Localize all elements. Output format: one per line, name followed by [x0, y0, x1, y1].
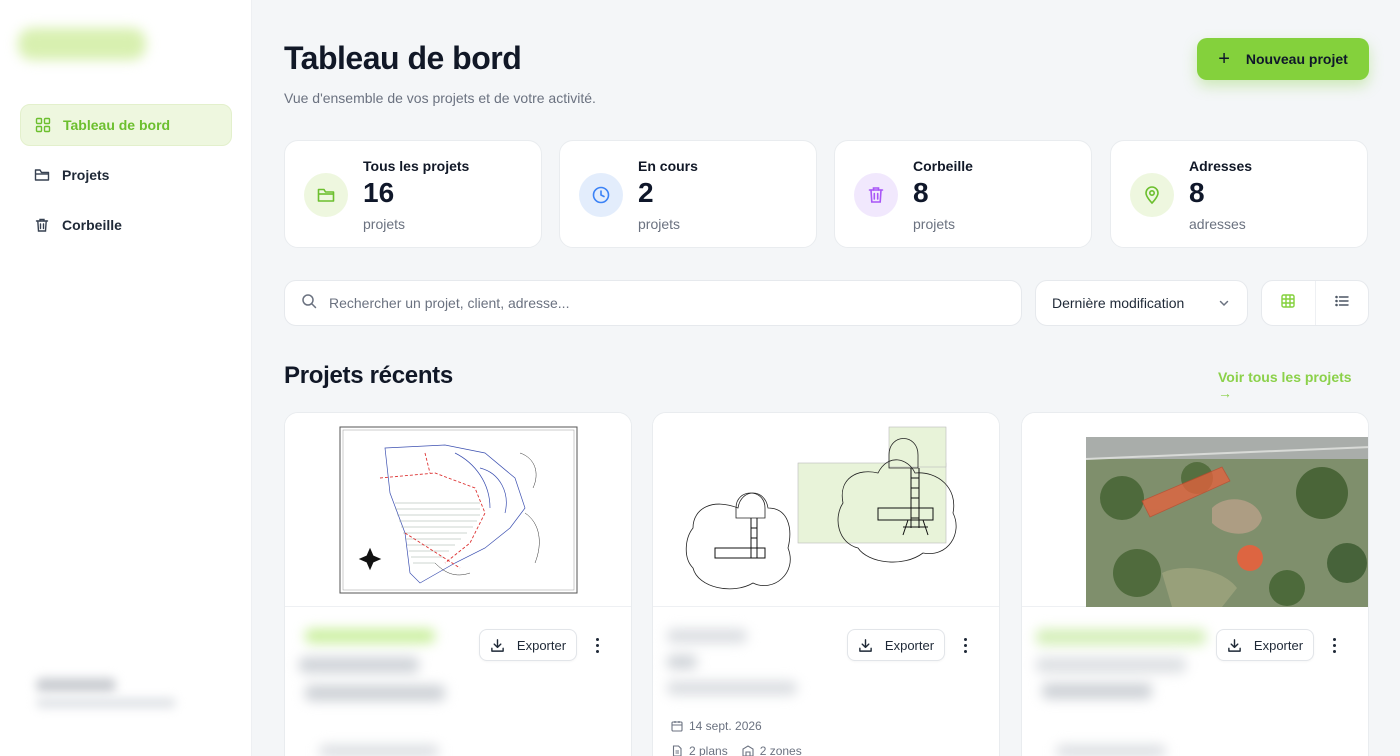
download-icon: [491, 638, 504, 652]
stat-unit: projets: [363, 216, 406, 232]
view-toggle: [1261, 280, 1369, 326]
app-logo[interactable]: [18, 28, 146, 60]
section-title: Projets récents: [284, 362, 453, 389]
chevron-down-icon: [1217, 296, 1231, 313]
sidebar-item-corbeille[interactable]: Corbeille: [20, 204, 232, 246]
project-date: 14 sept. 2026: [671, 719, 762, 733]
search-input[interactable]: [329, 295, 989, 311]
document-icon: [672, 745, 682, 756]
stat-unit: adresses: [1189, 216, 1246, 232]
stat-unit: projets: [638, 216, 681, 232]
folder-icon: [304, 173, 348, 217]
stat-value: 2: [638, 177, 654, 208]
grid-view-icon: [1280, 293, 1296, 314]
export-button[interactable]: Exporter: [847, 629, 945, 661]
page-subtitle: Vue d'ensemble de vos projets et de votr…: [284, 90, 596, 106]
calendar-icon: [671, 721, 683, 732]
page-title: Tableau de bord: [284, 40, 522, 76]
export-label: Exporter: [1253, 637, 1304, 653]
trash-icon: [854, 173, 898, 217]
clock-icon: [579, 173, 623, 217]
list-view-icon: [1334, 293, 1350, 314]
stat-card-in-progress[interactable]: En cours 2 projets: [559, 140, 817, 248]
sort-label: Dernière modification: [1052, 295, 1185, 311]
export-label: Exporter: [516, 637, 567, 653]
trash-icon: [34, 217, 50, 233]
stat-label: En cours: [638, 158, 698, 174]
new-project-button[interactable]: + Nouveau projet: [1197, 38, 1369, 80]
more-options-icon[interactable]: [1326, 633, 1342, 657]
new-project-label: Nouveau projet: [1245, 51, 1348, 67]
sidebar-item-label: Tableau de bord: [63, 117, 171, 133]
stat-card-addresses[interactable]: Adresses 8 adresses: [1110, 140, 1368, 248]
plans-count: 2 plans: [689, 744, 728, 756]
stat-unit: projets: [913, 216, 956, 232]
user-profile[interactable]: [28, 672, 188, 718]
export-button[interactable]: Exporter: [1216, 629, 1314, 661]
plus-icon: +: [1218, 48, 1230, 70]
grid-view-button[interactable]: [1262, 281, 1315, 325]
project-date-text: 14 sept. 2026: [689, 719, 762, 733]
list-view-button[interactable]: [1314, 281, 1368, 325]
map-pin-icon: [1130, 173, 1174, 217]
sidebar: Tableau de bord Projets Corbeille: [0, 0, 252, 756]
search-bar: [284, 280, 1022, 326]
stat-value: 8: [1189, 177, 1205, 208]
stat-label: Corbeille: [913, 158, 973, 174]
stat-label: Adresses: [1189, 158, 1253, 174]
export-label: Exporter: [884, 637, 935, 653]
project-thumbnail[interactable]: [653, 413, 999, 607]
project-thumbnail[interactable]: [1022, 413, 1368, 607]
stat-value: 8: [913, 177, 929, 208]
folder-icon: [34, 167, 50, 183]
download-icon: [859, 638, 872, 652]
zones-icon: [742, 745, 754, 756]
sidebar-item-label: Corbeille: [62, 217, 122, 233]
project-thumbnail[interactable]: [285, 413, 631, 607]
stat-value: 16: [363, 177, 395, 208]
sort-dropdown[interactable]: Dernière modification: [1035, 280, 1248, 326]
project-card[interactable]: 14 sept. 2026 2 plans 2 zones Exporter: [652, 412, 1000, 756]
zones-count: 2 zones: [759, 744, 802, 756]
stat-label: Tous les projets: [363, 158, 470, 174]
more-options-icon[interactable]: [957, 633, 973, 657]
more-options-icon[interactable]: [589, 633, 605, 657]
stat-card-all-projects[interactable]: Tous les projets 16 projets: [284, 140, 542, 248]
sidebar-item-label: Projets: [62, 167, 110, 183]
search-icon: [301, 293, 317, 314]
project-card[interactable]: Exporter: [1021, 412, 1369, 756]
project-counts: 2 plans 2 zones: [671, 744, 802, 756]
download-icon: [1228, 638, 1241, 652]
sidebar-item-projets[interactable]: Projets: [20, 154, 232, 196]
export-button[interactable]: Exporter: [479, 629, 577, 661]
stat-card-trash[interactable]: Corbeille 8 projets: [834, 140, 1092, 248]
sidebar-item-tableau-de-bord[interactable]: Tableau de bord: [20, 104, 232, 146]
stats-row: Tous les projets 16 projets En cours 2 p…: [284, 140, 1369, 248]
sidebar-nav: Tableau de bord Projets Corbeille: [20, 104, 232, 254]
see-all-projects-link[interactable]: Voir tous les projets →: [1218, 369, 1369, 401]
project-card[interactable]: Exporter: [284, 412, 632, 756]
dashboard-grid-icon: [35, 117, 51, 133]
